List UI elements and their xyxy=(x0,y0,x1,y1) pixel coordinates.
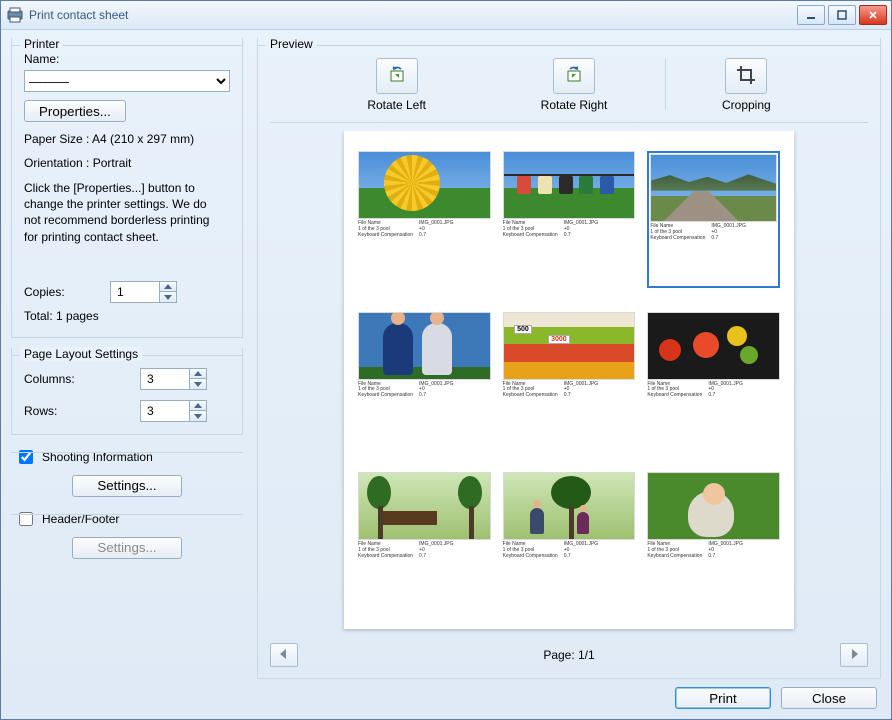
toolbar-divider xyxy=(665,58,666,110)
thumbnail-cell[interactable]: File Name 1 of the 3 pool Keyboard Compe… xyxy=(358,472,491,609)
header-footer-settings-button[interactable]: Settings... xyxy=(72,537,182,559)
thumbnail-image xyxy=(503,151,636,219)
rows-input[interactable] xyxy=(141,401,189,421)
window-controls xyxy=(797,5,887,25)
prev-page-button[interactable] xyxy=(270,643,298,667)
printer-legend: Printer xyxy=(20,38,63,51)
rows-down-icon[interactable] xyxy=(190,410,206,421)
thumbnail-cell[interactable]: File Name 1 of the 3 pool Keyboard Compe… xyxy=(503,151,636,288)
copies-spinner[interactable] xyxy=(110,281,177,303)
copies-input[interactable] xyxy=(111,282,159,302)
thumbnail-meta: File Name 1 of the 3 pool Keyboard Compe… xyxy=(647,542,780,559)
header-footer-group: Header/Footer Settings... xyxy=(11,507,243,559)
shooting-info-label: Shooting Information xyxy=(42,450,153,464)
preview-panel: Preview Rotate Left Rotate Right xyxy=(257,38,881,679)
rotate-right-button[interactable] xyxy=(553,58,595,94)
thumbnail-cell[interactable]: File Name 1 of the 3 pool Keyboard Compe… xyxy=(358,151,491,288)
thumbnail-image xyxy=(647,472,780,540)
header-footer-label: Header/Footer xyxy=(42,512,119,526)
paper-size-text: Paper Size : A4 (210 x 297 mm) xyxy=(24,132,230,146)
columns-input[interactable] xyxy=(141,369,189,389)
printer-properties-button[interactable]: Properties... xyxy=(24,100,126,122)
dialog-footer: Print Close xyxy=(11,687,881,709)
chevron-left-icon xyxy=(280,648,288,662)
thumbnail-cell[interactable]: File Name 1 of the 3 pool Keyboard Compe… xyxy=(647,472,780,609)
page-indicator: Page: 1/1 xyxy=(543,648,594,662)
thumbnail-cell[interactable]: File Name 1 of the 3 pool Keyboard Compe… xyxy=(647,312,780,449)
copies-up-icon[interactable] xyxy=(160,282,176,292)
next-page-button[interactable] xyxy=(840,643,868,667)
thumbnail-cell[interactable]: File Name 1 of the 3 pool Keyboard Compe… xyxy=(358,312,491,449)
maximize-button[interactable] xyxy=(828,5,856,25)
titlebar: Print contact sheet xyxy=(1,1,891,30)
shooting-info-checkbox[interactable] xyxy=(19,450,33,464)
thumbnail-image xyxy=(647,312,780,380)
rows-label: Rows: xyxy=(24,404,134,418)
contact-sheet-page: File Name 1 of the 3 pool Keyboard Compe… xyxy=(344,131,794,629)
columns-down-icon[interactable] xyxy=(190,378,206,389)
printer-name-label: Name: xyxy=(24,52,230,66)
copies-label: Copies: xyxy=(24,285,104,299)
thumbnail-cell-selected[interactable]: File Name 1 of the 3 pool Keyboard Compe… xyxy=(647,151,780,288)
page-layout-legend: Page Layout Settings xyxy=(20,347,142,361)
header-footer-checkbox[interactable] xyxy=(19,512,33,526)
thumbnail-image xyxy=(358,151,491,219)
thumbnail-meta: File Name 1 of the 3 pool Keyboard Compe… xyxy=(503,542,636,559)
printer-hint-text: Click the [Properties...] button to chan… xyxy=(24,180,214,245)
minimize-button[interactable] xyxy=(797,5,825,25)
rotate-right-icon xyxy=(563,64,585,89)
printer-select[interactable]: ——— xyxy=(24,70,230,92)
window-title: Print contact sheet xyxy=(29,8,128,22)
rows-up-icon[interactable] xyxy=(190,401,206,411)
app-icon xyxy=(7,7,23,23)
rotate-left-button[interactable] xyxy=(376,58,418,94)
print-contact-sheet-window: Print contact sheet Printer Name: ——— Pr… xyxy=(0,0,892,720)
thumbnail-meta: File Name 1 of the 3 pool Keyboard Compe… xyxy=(358,221,491,238)
thumbnail-image xyxy=(650,154,777,222)
thumbnail-meta: File Name 1 of the 3 pool Keyboard Compe… xyxy=(503,221,636,238)
rotate-right-label: Rotate Right xyxy=(541,98,608,112)
preview-toolbar: Rotate Left Rotate Right Cropping xyxy=(270,52,868,123)
preview-legend: Preview xyxy=(266,38,317,51)
print-button[interactable]: Print xyxy=(675,687,771,709)
thumbnail-image xyxy=(503,472,636,540)
total-pages-text: Total: 1 pages xyxy=(24,309,230,323)
preview-page-area: File Name 1 of the 3 pool Keyboard Compe… xyxy=(270,131,868,634)
close-button[interactable] xyxy=(859,5,887,25)
thumbnail-image xyxy=(358,472,491,540)
columns-label: Columns: xyxy=(24,372,134,386)
printer-group: Printer Name: ——— Properties... Paper Si… xyxy=(11,38,243,338)
rows-spinner[interactable] xyxy=(140,400,207,422)
cropping-button[interactable] xyxy=(725,58,767,94)
rotate-left-label: Rotate Left xyxy=(367,98,426,112)
thumbnail-cell[interactable]: File Name 1 of the 3 pool Keyboard Compe… xyxy=(503,472,636,609)
shooting-info-settings-button[interactable]: Settings... xyxy=(72,475,182,497)
columns-up-icon[interactable] xyxy=(190,369,206,379)
thumbnail-image: 5003000 xyxy=(503,312,636,380)
thumbnail-meta: File Name 1 of the 3 pool Keyboard Compe… xyxy=(358,382,491,399)
chevron-right-icon xyxy=(850,648,858,662)
thumbnail-meta: File Name 1 of the 3 pool Keyboard Compe… xyxy=(650,224,777,241)
page-layout-group: Page Layout Settings Columns: Rows: xyxy=(11,348,243,435)
thumbnail-meta: File Name 1 of the 3 pool Keyboard Compe… xyxy=(503,382,636,399)
rotate-left-icon xyxy=(386,64,408,89)
orientation-text: Orientation : Portrait xyxy=(24,156,230,170)
crop-icon xyxy=(735,64,757,89)
shooting-info-group: Shooting Information Settings... xyxy=(11,445,243,497)
close-dialog-button[interactable]: Close xyxy=(781,687,877,709)
client-area: Printer Name: ——— Properties... Paper Si… xyxy=(1,30,891,719)
thumbnail-image xyxy=(358,312,491,380)
cropping-label: Cropping xyxy=(722,98,771,112)
thumbnail-meta: File Name 1 of the 3 pool Keyboard Compe… xyxy=(647,382,780,399)
thumbnail-cell[interactable]: 5003000 File Name 1 of the 3 pool Keyboa… xyxy=(503,312,636,449)
thumbnail-meta: File Name 1 of the 3 pool Keyboard Compe… xyxy=(358,542,491,559)
settings-column: Printer Name: ——— Properties... Paper Si… xyxy=(11,38,243,679)
columns-spinner[interactable] xyxy=(140,368,207,390)
copies-down-icon[interactable] xyxy=(160,291,176,302)
pager: Page: 1/1 xyxy=(270,642,868,668)
